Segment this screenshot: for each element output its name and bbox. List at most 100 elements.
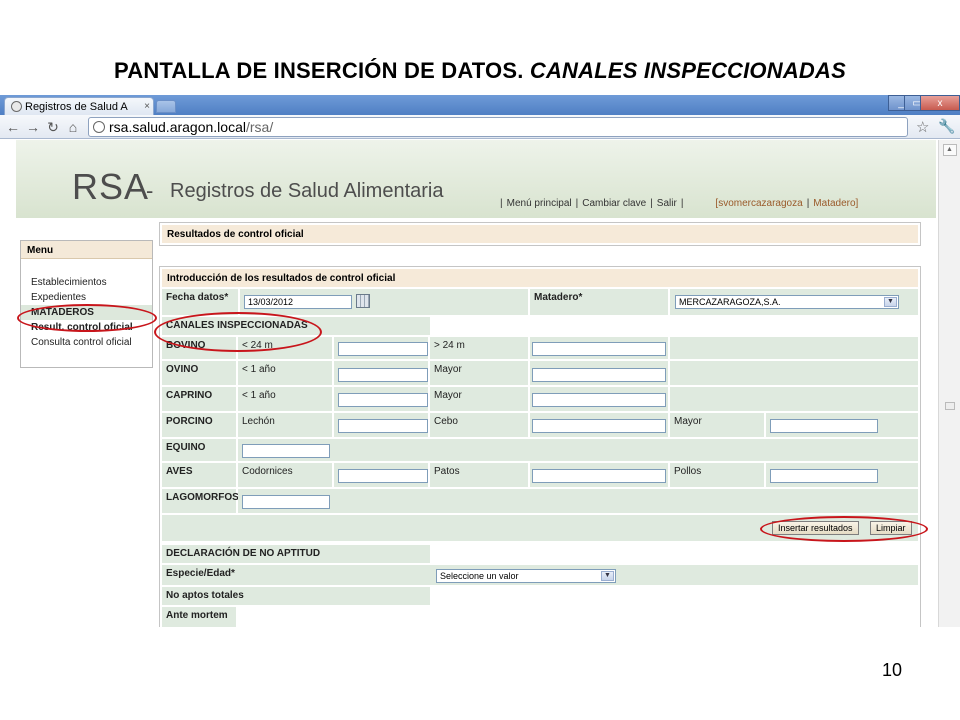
home-icon[interactable]: ⌂ xyxy=(64,118,82,136)
menu-spacer xyxy=(21,259,152,275)
menu-section-mataderos: MATADEROS xyxy=(21,305,152,320)
matadero-value: MERCAZARAGOZA,S.A. xyxy=(679,297,781,307)
nav-separator: | xyxy=(806,198,810,209)
slide-title-main: PANTALLA DE INSERCIÓN DE DATOS. xyxy=(114,58,524,83)
aves-c2-input[interactable] xyxy=(532,469,666,483)
logo-dash: - xyxy=(146,178,154,203)
aves-c1-input[interactable] xyxy=(338,469,428,483)
bovino-label: BOVINO xyxy=(162,337,236,359)
address-bar[interactable]: rsa.salud.aragon.local/rsa/ xyxy=(88,117,908,137)
fecha-input[interactable]: 13/03/2012 xyxy=(244,295,352,309)
canales-header: CANALES INSPECCIONADAS xyxy=(162,317,430,335)
clear-button[interactable]: Limpiar xyxy=(870,521,912,535)
nav-menu-principal[interactable]: Menú principal xyxy=(507,198,572,209)
slide-title-italic: CANALES INSPECCIONADAS xyxy=(529,58,846,83)
results-form: Introducción de los resultados de contro… xyxy=(159,266,921,627)
lagomorfos-cell xyxy=(238,489,918,513)
porcino-c2: Cebo xyxy=(430,413,528,437)
back-icon[interactable]: ← xyxy=(4,118,22,136)
reload-icon[interactable]: ↻ xyxy=(44,118,62,136)
menu-item-result-control[interactable]: Result. control oficial xyxy=(21,320,152,335)
aves-c3-input[interactable] xyxy=(770,469,878,483)
especie-select[interactable]: Seleccione un valor ▼ xyxy=(436,569,616,583)
page-scrollbar[interactable]: ▲ xyxy=(938,140,960,627)
browser-tab[interactable]: Registros de Salud A × xyxy=(4,97,154,115)
side-menu: Menu Establecimientos Expedientes MATADE… xyxy=(20,240,153,368)
insert-results-button[interactable]: Insertar resultados xyxy=(772,521,859,535)
nav-salir[interactable]: Salir xyxy=(657,198,677,209)
browser-window: Registros de Salud A × _ ▭ x ← → ↻ ⌂ rsa… xyxy=(0,95,960,627)
calendar-icon[interactable] xyxy=(356,294,370,308)
especie-select-value: Seleccione un valor xyxy=(440,571,519,581)
tab-title: Registros de Salud A xyxy=(25,100,128,113)
ovino-c2-input[interactable] xyxy=(532,368,666,382)
close-window-button[interactable]: x xyxy=(920,95,960,111)
browser-titlebar: Registros de Salud A × _ ▭ x xyxy=(0,95,960,115)
site-header: RSA - Registros de Salud Alimentaria | M… xyxy=(16,140,936,218)
ovino-c1: < 1 año xyxy=(238,361,332,385)
porcino-c1: Lechón xyxy=(238,413,332,437)
tab-close-icon[interactable]: × xyxy=(141,101,153,112)
nav-cambiar-clave[interactable]: Cambiar clave xyxy=(582,198,646,209)
ovino-label: OVINO xyxy=(162,361,236,385)
page-viewport: RSA - Registros de Salud Alimentaria | M… xyxy=(16,140,936,627)
matadero-label: Matadero* xyxy=(530,289,668,315)
menu-header: Menu xyxy=(21,241,152,259)
menu-item-establecimientos[interactable]: Establecimientos xyxy=(21,275,152,290)
bovino-c2-input[interactable] xyxy=(532,342,666,356)
form-title: Introducción de los resultados de contro… xyxy=(162,269,918,287)
ovino-c2: Mayor xyxy=(430,361,528,385)
scroll-thumb[interactable] xyxy=(945,402,955,410)
porcino-c1-input[interactable] xyxy=(338,419,428,433)
lagomorfos-label: LAGOMORFOS xyxy=(162,489,239,513)
bovino-c1: < 24 m xyxy=(238,337,332,359)
results-header: Resultados de control oficial xyxy=(162,225,918,243)
bookmark-star-icon[interactable]: ☆ xyxy=(916,118,929,136)
no-aptos-label: No aptos totales xyxy=(162,587,430,605)
aves-c1: Codornices xyxy=(238,463,332,487)
menu-item-expedientes[interactable]: Expedientes xyxy=(21,290,152,305)
url-host: rsa.salud.aragon.local xyxy=(109,119,246,135)
aves-label: AVES xyxy=(162,463,236,487)
nav-separator: | xyxy=(575,198,579,209)
new-tab-button[interactable] xyxy=(156,100,176,113)
matadero-select[interactable]: MERCAZARAGOZA,S.A. ▼ xyxy=(675,295,899,309)
caprino-c2-input[interactable] xyxy=(532,393,666,407)
bovino-c1-input[interactable] xyxy=(338,342,428,356)
porcino-c2-input[interactable] xyxy=(532,419,666,433)
bovino-c2: > 24 m xyxy=(430,337,528,359)
lagomorfos-input[interactable] xyxy=(242,495,330,509)
equino-cell xyxy=(238,439,918,461)
scroll-up-icon[interactable]: ▲ xyxy=(942,144,957,156)
logo-full-name: Registros de Salud Alimentaria xyxy=(170,180,444,202)
equino-label: EQUINO xyxy=(162,439,236,461)
forward-icon[interactable]: → xyxy=(24,118,42,136)
aves-c2: Patos xyxy=(430,463,528,487)
menu-item-consulta-control[interactable]: Consulta control oficial xyxy=(21,335,152,350)
wrench-icon[interactable]: 🔧 xyxy=(938,118,955,135)
ante-mortem-label: Ante mortem xyxy=(162,607,236,627)
porcino-label: PORCINO xyxy=(162,413,236,437)
caprino-filler xyxy=(670,387,918,411)
ovino-c1-input[interactable] xyxy=(338,368,428,382)
fecha-label: Fecha datos* xyxy=(162,289,238,315)
chevron-down-icon: ▼ xyxy=(884,297,897,307)
porcino-c3-input[interactable] xyxy=(770,419,878,433)
nav-user[interactable]: [svomercazaragoza xyxy=(715,198,802,209)
results-panel: Resultados de control oficial xyxy=(159,222,921,246)
nav-role[interactable]: Matadero] xyxy=(813,198,858,209)
globe-icon xyxy=(11,101,22,112)
caprino-label: CAPRINO xyxy=(162,387,236,411)
nav-separator: | xyxy=(680,198,684,209)
equino-input[interactable] xyxy=(242,444,330,458)
ovino-filler xyxy=(670,361,918,385)
nav-separator: | xyxy=(650,198,653,209)
bovino-filler xyxy=(670,337,918,359)
caprino-c1: < 1 año xyxy=(238,387,332,411)
no-aptitud-header: DECLARACIÓN DE NO APTITUD xyxy=(162,545,430,563)
caprino-c1-input[interactable] xyxy=(338,393,428,407)
nav-separator: | xyxy=(500,198,503,209)
chevron-down-icon: ▼ xyxy=(601,571,614,581)
aves-c3: Pollos xyxy=(670,463,764,487)
porcino-c3: Mayor xyxy=(670,413,764,437)
